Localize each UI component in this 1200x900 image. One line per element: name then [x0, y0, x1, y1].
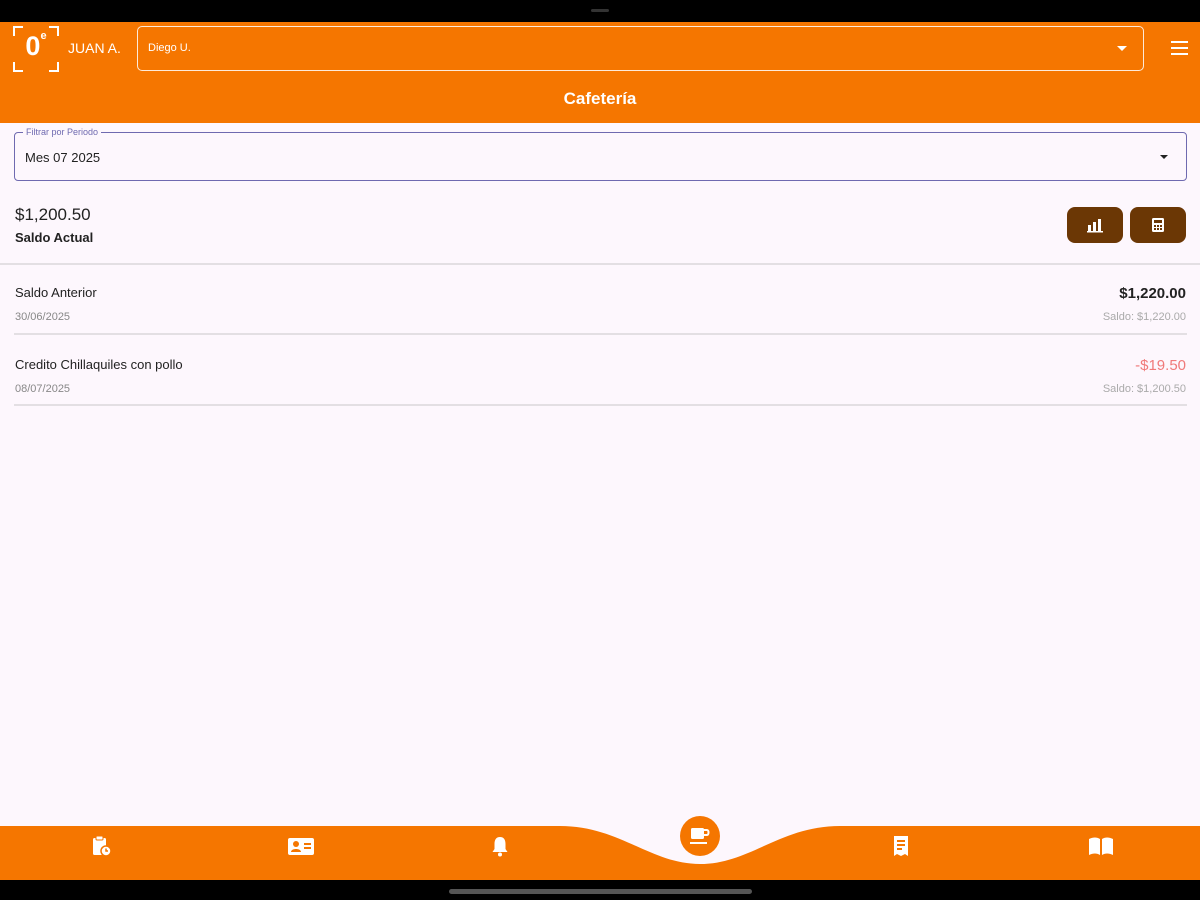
- home-indicator: [449, 889, 752, 894]
- logo-corner: [49, 62, 59, 72]
- home-bar: [0, 880, 1200, 900]
- divider: [14, 404, 1187, 406]
- bottom-navigation: [0, 812, 1200, 880]
- chart-icon: [1087, 219, 1103, 233]
- status-bar: [0, 0, 1200, 22]
- current-balance-amount: $1,200.50: [15, 205, 91, 224]
- transaction-running-balance: Saldo: $1,200.50: [1102, 383, 1186, 395]
- nav-item-notifications[interactable]: [488, 834, 514, 860]
- user-name: JUAN A.: [68, 40, 121, 56]
- logo-corner: [13, 62, 23, 72]
- app-screen: 0e JUAN A. Diego U. Cafetería Filtrar po…: [0, 0, 1200, 900]
- calculator-icon: [1152, 218, 1164, 232]
- divider: [14, 333, 1187, 335]
- transaction-amount: -$19.50: [1135, 357, 1186, 374]
- bottom-nav-background: [0, 826, 1200, 880]
- contact-card-icon: [288, 838, 314, 855]
- transaction-running-balance: Saldo: $1,220.00: [1102, 311, 1186, 323]
- nav-item-tasks[interactable]: [89, 834, 115, 860]
- coffee-icon: [690, 828, 710, 844]
- current-balance-label: Saldo Actual: [15, 230, 94, 245]
- chevron-down-icon: [1160, 155, 1168, 159]
- transaction-title: Saldo Anterior: [15, 285, 97, 300]
- period-filter-select[interactable]: Filtrar por Periodo Mes 07 2025: [14, 127, 1187, 181]
- page-title: Cafetería: [563, 89, 637, 108]
- app-header: 0e JUAN A. Diego U. Cafetería: [0, 22, 1200, 123]
- chevron-down-icon: [1117, 46, 1127, 51]
- logo-glyph: 0e: [25, 30, 47, 61]
- nav-item-library[interactable]: [1087, 834, 1115, 860]
- period-filter-label: Filtrar por Periodo: [23, 127, 102, 137]
- period-filter-value: Mes 07 2025: [25, 150, 101, 165]
- student-select[interactable]: Diego U.: [137, 26, 1144, 71]
- student-select-value: Diego U.: [148, 42, 191, 54]
- calculator-button[interactable]: [1130, 207, 1186, 243]
- status-dots: [591, 9, 609, 12]
- menu-icon-bar: [1171, 41, 1188, 43]
- nav-item-cafeteria[interactable]: [680, 816, 720, 856]
- bell-icon: [492, 837, 508, 857]
- transaction-title: Credito Chillaquiles con pollo: [15, 357, 183, 372]
- receipt-icon: [894, 836, 908, 856]
- nav-item-receipts[interactable]: [889, 834, 915, 860]
- divider: [0, 263, 1200, 265]
- nav-item-contacts[interactable]: [287, 834, 317, 860]
- menu-icon-bar: [1171, 53, 1188, 55]
- chart-button[interactable]: [1067, 207, 1123, 243]
- menu-icon[interactable]: [1171, 41, 1188, 55]
- clipboard-icon: [93, 835, 112, 857]
- app-logo: 0e: [13, 26, 59, 72]
- transaction-date: 30/06/2025: [15, 311, 71, 323]
- transaction-amount: $1,220.00: [1119, 285, 1186, 302]
- menu-icon-bar: [1171, 47, 1188, 49]
- book-icon: [1089, 837, 1113, 855]
- transaction-date: 08/07/2025: [15, 383, 71, 395]
